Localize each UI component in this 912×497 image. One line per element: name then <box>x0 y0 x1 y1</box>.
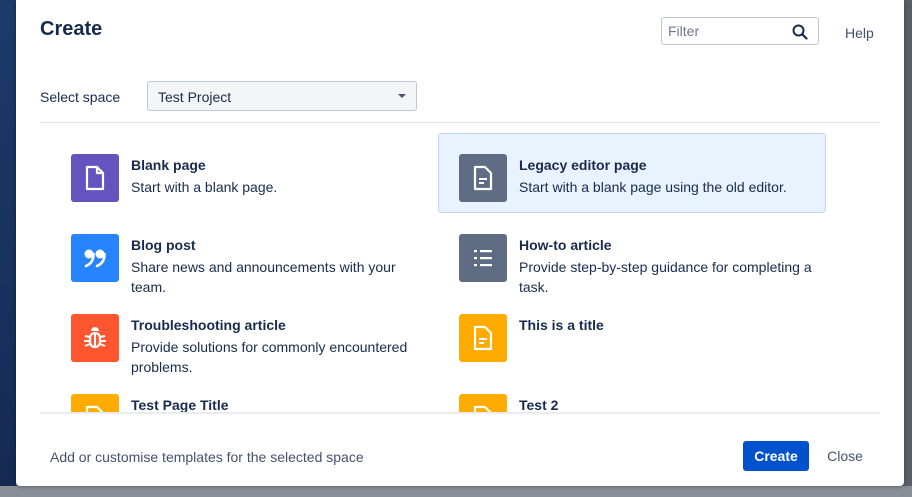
create-button[interactable]: Create <box>743 441 809 471</box>
search-icon[interactable] <box>792 24 808 40</box>
document-icon <box>473 325 493 351</box>
page-backdrop-bottom <box>0 486 912 497</box>
document-icon <box>473 405 492 412</box>
template-title: This is a title <box>519 317 604 333</box>
page-icon <box>85 165 105 191</box>
template-title: Legacy editor page <box>519 157 647 173</box>
template-icon-tile <box>459 394 507 412</box>
template-title: Blank page <box>131 157 206 173</box>
template-description: Start with a blank page. <box>131 179 278 195</box>
template-blank-page[interactable]: Blank page Start with a blank page. <box>50 133 438 213</box>
template-legacy-editor-page[interactable]: Legacy editor page Start with a blank pa… <box>438 133 826 213</box>
bug-icon <box>84 327 106 349</box>
template-title: Troubleshooting article <box>131 317 286 333</box>
template-blog-post[interactable]: Blog post Share news and announcements w… <box>50 213 438 295</box>
help-link[interactable]: Help <box>845 25 874 41</box>
template-title: Blog post <box>131 237 196 253</box>
numbered-list-icon <box>474 250 492 267</box>
template-title: How-to article <box>519 237 612 253</box>
divider <box>40 412 880 414</box>
document-icon <box>473 165 493 191</box>
template-description: Provide solutions for commonly encounter… <box>131 339 408 375</box>
filter-field[interactable] <box>661 17 819 45</box>
template-icon-tile <box>459 234 507 282</box>
template-title: Test Page Title <box>131 397 229 412</box>
template-icon-tile <box>71 314 119 362</box>
template-troubleshooting-article[interactable]: Troubleshooting article Provide solution… <box>50 293 438 375</box>
template-icon-tile <box>71 154 119 202</box>
template-test-page-title[interactable]: Test Page Title <box>50 373 438 412</box>
select-space-label: Select space <box>40 89 121 105</box>
space-select-value: Test Project <box>158 89 232 105</box>
template-icon-tile <box>71 234 119 282</box>
template-icon-tile <box>71 394 119 412</box>
template-icon-tile <box>459 154 507 202</box>
template-description: Share news and announcements with your t… <box>131 259 396 295</box>
create-dialog: Create Help Select space Test Project Bl… <box>16 0 904 486</box>
template-this-is-a-title[interactable]: This is a title <box>438 293 826 373</box>
template-icon-tile <box>459 314 507 362</box>
filter-input[interactable] <box>668 22 788 40</box>
dialog-title: Create <box>40 18 103 40</box>
template-test-2[interactable]: Test 2 <box>438 373 826 412</box>
quote-icon <box>84 249 106 268</box>
template-title: Test 2 <box>519 397 559 412</box>
template-description: Provide step-by-step guidance for comple… <box>519 259 812 295</box>
space-select[interactable]: Test Project <box>147 81 417 111</box>
page-backdrop-left <box>0 0 16 497</box>
template-how-to-article[interactable]: How-to article Provide step-by-step guid… <box>438 213 826 295</box>
close-button[interactable]: Close <box>821 441 869 471</box>
template-grid[interactable]: Blank page Start with a blank page. Lega… <box>40 123 880 412</box>
customise-templates-link[interactable]: Add or customise templates for the selec… <box>50 449 364 465</box>
chevron-down-icon <box>398 94 406 98</box>
document-icon <box>85 405 104 412</box>
template-description: Start with a blank page using the old ed… <box>519 179 787 195</box>
